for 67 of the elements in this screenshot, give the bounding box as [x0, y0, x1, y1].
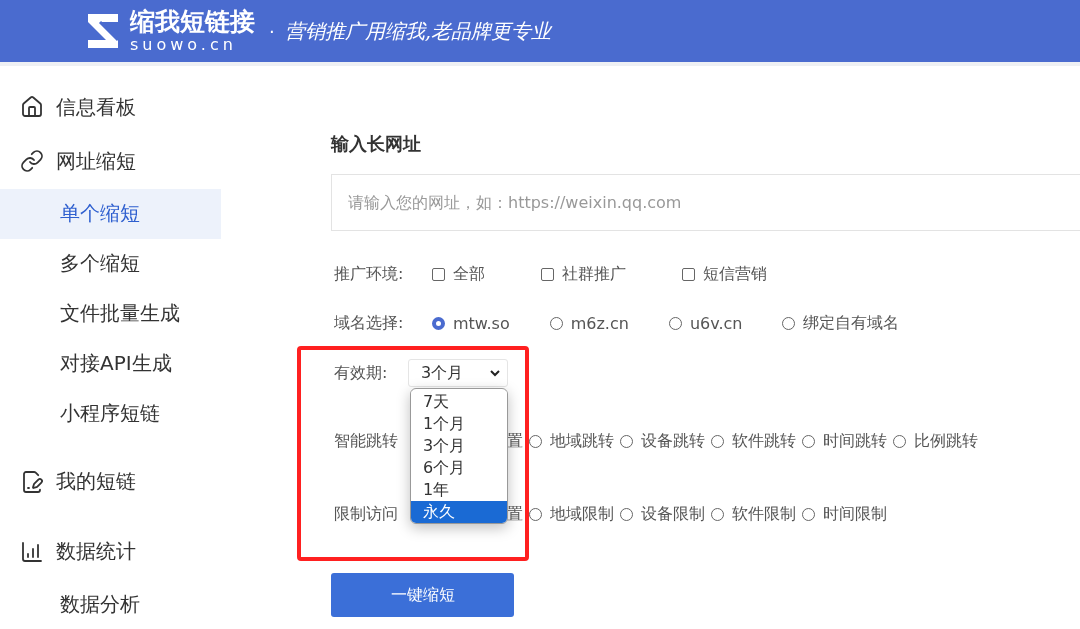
menu-option[interactable]: 6个月 — [411, 457, 507, 479]
menu-option[interactable]: 7天 — [411, 391, 507, 413]
radio-button[interactable] — [711, 434, 724, 448]
menu-option[interactable]: 永久 — [411, 501, 507, 523]
field-label: 有效期: — [333, 362, 389, 384]
section-title: 输入长网址 — [331, 132, 422, 156]
sidebar-item[interactable]: 多个缩短 — [0, 238, 221, 289]
checkbox-option[interactable]: 全部 — [432, 263, 485, 285]
radio-button[interactable] — [432, 316, 445, 330]
sidebar-section[interactable]: 信息看板 — [0, 80, 221, 135]
radio-button[interactable] — [529, 507, 542, 521]
sidebar-item[interactable]: 数据分析 — [0, 579, 221, 629]
radio-button[interactable] — [711, 507, 724, 521]
radio-option[interactable]: 设备限制 — [620, 503, 705, 525]
radio-option[interactable]: 时间限制 — [802, 503, 887, 525]
separator-dot: · — [269, 20, 275, 42]
checkbox[interactable] — [541, 267, 554, 281]
radio-button[interactable] — [549, 316, 563, 330]
sidebar-item[interactable]: 文件批量生成 — [0, 288, 221, 339]
sidebar-item[interactable]: 对接API生成 — [0, 338, 221, 389]
radio-button[interactable] — [529, 434, 542, 448]
brand-name: 缩我短链接 — [130, 9, 255, 34]
field-label: 推广环境: — [333, 263, 405, 285]
sidebar-section[interactable]: 数据统计 — [0, 524, 221, 580]
field-label: 限制访问 — [333, 503, 398, 525]
sidebar-section[interactable]: 我的短链 — [0, 454, 221, 509]
radio-button[interactable] — [802, 507, 815, 521]
checkbox-option[interactable]: 社群推广 — [541, 263, 626, 285]
link-icon — [20, 149, 44, 174]
home-icon — [20, 95, 44, 120]
url-input[interactable]: 请输入您的网址，如：https://weixin.qq.com — [331, 174, 1080, 231]
radio-option[interactable]: mtw.so — [432, 313, 510, 333]
radio-option[interactable]: m6z.cn — [549, 313, 629, 333]
radio-option[interactable]: 设备跳转 — [620, 430, 705, 452]
field-label: 智能跳转 — [333, 430, 398, 452]
radio-button[interactable] — [893, 434, 906, 448]
radio-button[interactable] — [620, 507, 633, 521]
sidebar-section[interactable]: 网址缩短 — [0, 134, 221, 189]
bar-chart-icon — [20, 539, 44, 564]
radio-option[interactable]: 地域跳转 — [529, 430, 614, 452]
chevron-down-icon — [489, 369, 501, 377]
logo-icon — [86, 12, 120, 50]
radio-option[interactable]: 比例跳转 — [893, 430, 978, 452]
radio-button[interactable] — [802, 434, 815, 448]
radio-option[interactable]: 软件跳转 — [711, 430, 796, 452]
sidebar-item[interactable]: 单个缩短 — [0, 188, 221, 239]
brand-domain: suowo.cn — [130, 37, 238, 53]
menu-option[interactable]: 1个月 — [411, 413, 507, 435]
menu-option[interactable]: 3个月 — [411, 435, 507, 457]
shorten-button[interactable]: 一键缩短 — [331, 573, 514, 617]
checkbox-option[interactable]: 短信营销 — [682, 263, 767, 285]
radio-option[interactable]: 时间跳转 — [802, 430, 887, 452]
radio-option[interactable]: u6v.cn — [668, 313, 743, 333]
radio-option[interactable]: 地域限制 — [529, 503, 614, 525]
radio-button[interactable] — [668, 316, 682, 330]
sidebar-item[interactable]: 小程序短链 — [0, 388, 221, 439]
radio-button[interactable] — [620, 434, 633, 448]
menu-option[interactable]: 1年 — [411, 479, 507, 501]
validity-select[interactable]: 3个月 — [408, 359, 508, 387]
document-pen-icon — [20, 469, 44, 494]
slogan: 营销推广用缩我,老品牌更专业 — [284, 17, 552, 45]
checkbox[interactable] — [432, 267, 445, 281]
radio-button[interactable] — [782, 316, 796, 330]
checkbox[interactable] — [682, 267, 695, 281]
radio-option[interactable]: 软件限制 — [711, 503, 796, 525]
field-label: 域名选择: — [333, 312, 405, 334]
radio-option[interactable]: 绑定自有域名 — [782, 312, 900, 334]
